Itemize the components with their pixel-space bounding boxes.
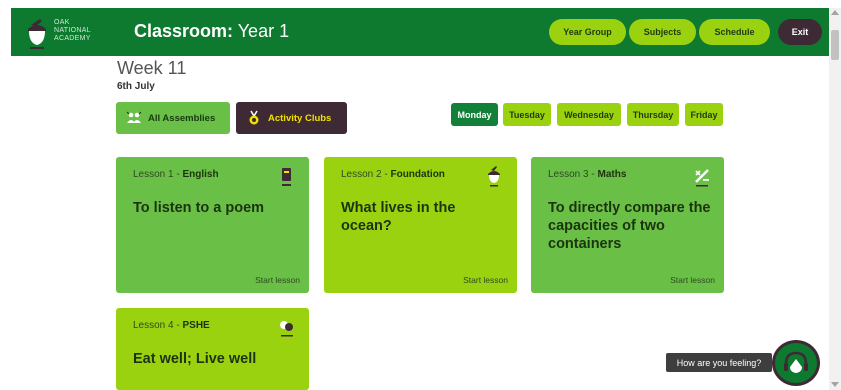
- lesson-number-label: Lesson 4 - PSHE: [133, 320, 210, 331]
- lesson-prefix: Lesson 4 -: [133, 320, 183, 331]
- logo-wordmark: OAK NATIONAL ACADEMY: [54, 19, 91, 43]
- book-icon: [282, 168, 291, 186]
- lesson-title: To directly compare the capacities of tw…: [548, 200, 711, 252]
- maths-icon: [695, 169, 709, 187]
- page-title-bold: Classroom:: [134, 21, 234, 41]
- lesson-subject: Foundation: [390, 169, 445, 180]
- lesson-prefix: Lesson 2 -: [341, 169, 391, 180]
- start-lesson-link[interactable]: Start lesson: [670, 275, 715, 285]
- lesson-number-label: Lesson 2 - Foundation: [341, 169, 445, 180]
- tab-thursday[interactable]: Thursday: [627, 103, 679, 126]
- activity-clubs-medal-icon: [249, 110, 259, 125]
- activity-clubs-label: Activity Clubs: [268, 112, 332, 124]
- lesson-prefix: Lesson 1 -: [133, 169, 183, 180]
- activity-clubs-button[interactable]: Activity Clubs: [236, 102, 347, 134]
- lesson-subject: Maths: [597, 169, 627, 180]
- lesson-subject: English: [182, 169, 219, 180]
- lesson-number-label: Lesson 3 - Maths: [548, 169, 626, 180]
- lesson-card-pshe[interactable]: Lesson 4 - PSHE Eat well; Live well: [116, 308, 309, 390]
- tab-monday[interactable]: Monday: [451, 103, 498, 126]
- lesson-card-maths[interactable]: Lesson 3 - Maths To directly compare the…: [531, 157, 724, 293]
- logo-line: OAK: [54, 19, 70, 26]
- lesson-title: To listen to a poem: [133, 200, 265, 216]
- schedule-button[interactable]: Schedule: [699, 19, 770, 45]
- start-lesson-link[interactable]: Start lesson: [255, 275, 300, 285]
- week-heading: Week 11: [117, 58, 187, 78]
- lesson-number-label: Lesson 1 - English: [133, 169, 219, 180]
- lesson-prefix: Lesson 3 -: [548, 169, 598, 180]
- week-date: 6th July: [117, 81, 155, 92]
- logo-line: ACADEMY: [54, 35, 91, 42]
- tab-wednesday[interactable]: Wednesday: [557, 103, 621, 126]
- page-title-year: Year 1: [233, 21, 290, 41]
- all-assemblies-button[interactable]: All Assemblies: [116, 102, 230, 134]
- lesson-card-foundation[interactable]: Lesson 2 - Foundation What lives in the …: [324, 157, 517, 293]
- tab-tuesday[interactable]: Tuesday: [503, 103, 551, 126]
- top-navigation-bar: OAK NATIONAL ACADEMY Classroom: Year 1 Y…: [11, 8, 829, 56]
- scrollbar-thumb[interactable]: [831, 30, 839, 60]
- assemblies-people-icon: [126, 111, 142, 123]
- start-lesson-link[interactable]: Start lesson: [463, 275, 508, 285]
- lesson-title: What lives in the ocean?: [341, 200, 456, 234]
- year-group-button[interactable]: Year Group: [549, 19, 626, 45]
- lesson-card-english[interactable]: Lesson 1 - English To listen to a poem S…: [116, 157, 309, 293]
- all-assemblies-label: All Assemblies: [148, 112, 216, 124]
- how-are-you-feeling-tooltip: How are you feeling?: [666, 353, 772, 372]
- acorn-icon: [488, 166, 500, 187]
- lesson-subject: PSHE: [182, 320, 210, 331]
- headset-face-icon: [784, 351, 808, 373]
- pshe-icon: [280, 321, 293, 337]
- page-scrollbar[interactable]: [829, 8, 841, 390]
- subjects-button[interactable]: Subjects: [629, 19, 696, 45]
- scroll-up-arrow-icon[interactable]: [831, 10, 839, 15]
- lesson-title: Eat well; Live well: [133, 351, 257, 367]
- exit-button[interactable]: Exit: [778, 19, 822, 45]
- tab-friday[interactable]: Friday: [685, 103, 723, 126]
- logo-line: NATIONAL: [54, 27, 91, 34]
- feelings-button[interactable]: [772, 340, 820, 386]
- oak-acorn-logo-icon[interactable]: [25, 15, 49, 51]
- scroll-down-arrow-icon[interactable]: [831, 382, 839, 387]
- page-title: Classroom: Year 1: [134, 21, 289, 42]
